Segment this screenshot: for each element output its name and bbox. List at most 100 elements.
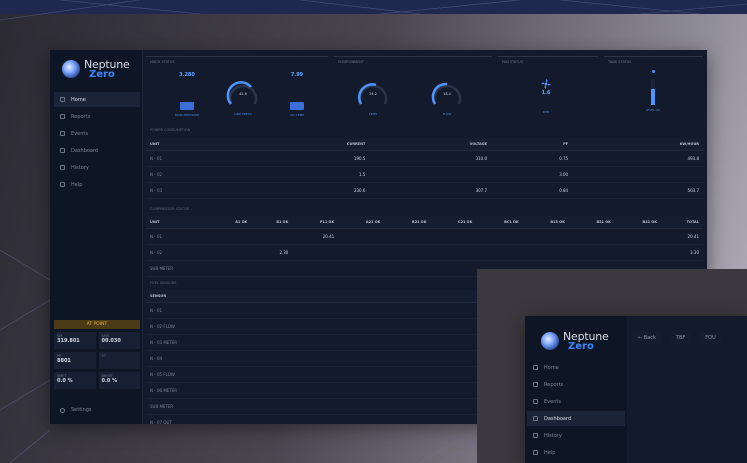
table-cell: N - 07 OUT	[146, 414, 409, 424]
sidebar-item-help[interactable]: Help	[54, 177, 140, 192]
fan-caption: RPM	[542, 110, 550, 114]
tank-level-fill	[651, 89, 655, 105]
status-cell: VT	[98, 352, 140, 369]
back-button[interactable]: ← Back	[633, 332, 661, 344]
panel-label: ENVIRONMENT	[338, 60, 365, 64]
planet-logo-icon	[541, 332, 559, 350]
sidebar-nav: Home Reports Events Dashboard History He…	[54, 92, 140, 194]
table-cell	[369, 166, 492, 183]
table-cell	[522, 228, 569, 245]
table-cell: N - 01	[146, 150, 243, 167]
table-cell	[408, 318, 469, 335]
gauge-caption: LINE PRESS	[234, 112, 252, 116]
status-cell-value: 319.801	[57, 338, 80, 344]
table-cell: 3.00	[491, 166, 573, 183]
sidebar-item-events[interactable]: Events	[527, 394, 625, 409]
table-cell: 190.5	[242, 150, 370, 167]
table-cell	[522, 244, 569, 261]
sidebar-item-label: Home	[71, 96, 86, 103]
table-header: B13 OK	[522, 216, 569, 229]
oil-temp-stat: 7.99 OIL TEMP	[278, 72, 316, 117]
table-cell: N - 02	[146, 166, 243, 183]
table-row[interactable]: N - 02 2.30 3.30	[146, 244, 703, 261]
settings-link[interactable]: Settings	[54, 407, 92, 413]
table-header: B1 OK	[251, 216, 293, 229]
home-icon	[60, 97, 65, 102]
tank-level-gauge	[651, 79, 655, 105]
table-cell: SUB METER	[146, 398, 409, 415]
fan-value: 1.6	[541, 90, 551, 96]
background-top-band	[0, 0, 747, 14]
table-cell: N - 01	[146, 302, 409, 319]
table-cell: 20.41	[292, 228, 339, 245]
table-cell	[408, 302, 469, 319]
table-cell	[614, 244, 661, 261]
table-header: A21 OK	[338, 216, 385, 229]
status-summary: AT POINT SM 319.801 SMS 00.030 PP 8801 VT S…	[54, 320, 140, 389]
table-cell	[568, 244, 615, 261]
table-cell	[430, 260, 477, 277]
stat-value: 7.99	[290, 72, 304, 78]
table-header: CURRENT	[242, 138, 370, 151]
reports-icon	[60, 114, 65, 119]
brand-logo: Neptune Zero	[62, 58, 138, 84]
table-cell: 307.7	[369, 182, 492, 199]
table-cell	[408, 366, 469, 383]
table-header: UNIT	[146, 216, 211, 229]
help-icon	[533, 450, 538, 455]
panel-label: FAN STATUS	[502, 60, 523, 64]
sidebar-item-dashboard[interactable]: Dashboard	[54, 143, 140, 158]
table-cell	[292, 260, 339, 277]
status-cell: SM 319.801	[54, 332, 96, 349]
table-cell	[384, 260, 431, 277]
sidebar-item-history[interactable]: History	[54, 160, 140, 175]
table-cell: N - 03	[146, 182, 243, 199]
sidebar-item-label: Help	[544, 449, 556, 456]
sidebar-item-events[interactable]: Events	[54, 126, 140, 141]
front-sidebar-nav: Home Reports Events Dashboard History He…	[527, 360, 625, 462]
help-icon	[60, 182, 65, 187]
table-header: SENSOR	[146, 290, 409, 303]
tank-indicator-icon	[651, 70, 655, 73]
status-cell-label: VT	[101, 354, 107, 358]
sidebar-item-reports[interactable]: Reports	[527, 377, 625, 392]
sidebar-item-reports[interactable]: Reports	[54, 109, 140, 124]
brand-subname: Zero	[89, 69, 115, 80]
home-icon	[533, 365, 538, 370]
sidebar-item-home[interactable]: Home	[527, 360, 625, 375]
table-cell	[572, 166, 703, 183]
table-header: PF	[491, 138, 573, 151]
fou-button[interactable]: FOU	[700, 332, 721, 344]
gauge-caption: FLOW	[442, 112, 452, 116]
sidebar-item-label: Reports	[544, 381, 564, 388]
status-title: AT POINT	[54, 320, 140, 329]
table-row[interactable]: N - 01 20.41 20.41	[146, 228, 703, 245]
sidebar-item-help[interactable]: Help	[527, 445, 625, 460]
gauge-value: 24.2	[369, 92, 377, 96]
history-icon	[60, 165, 65, 170]
sidebar-item-home[interactable]: Home	[54, 92, 140, 107]
table-row[interactable]: N - 01 190.5 310.0 0.75 493.8	[146, 150, 703, 167]
tbf-button[interactable]: TBF	[670, 332, 691, 344]
fan-stat: 1.6 RPM	[526, 78, 566, 114]
table-cell: SUB METER	[146, 260, 211, 277]
table-header	[408, 290, 469, 303]
gauge-value: 18.4	[443, 92, 451, 96]
table-row[interactable]: N - 02 1.5 3.00	[146, 166, 703, 183]
table-cell: N - 01	[146, 228, 211, 245]
front-toolbar: ← Back TBF FOU	[633, 332, 721, 344]
temp-gauge: 24.2 TEMP	[356, 80, 390, 116]
sidebar-item-label: Dashboard	[544, 415, 572, 422]
table-cell	[338, 228, 385, 245]
dashboard-icon	[533, 416, 538, 421]
tank-level-stat: LEVEL OK	[634, 70, 672, 112]
sidebar-item-history[interactable]: History	[527, 428, 625, 443]
history-icon	[533, 433, 538, 438]
sidebar-item-dashboard[interactable]: Dashboard	[527, 411, 625, 426]
table-header: A1 OK	[210, 216, 252, 229]
table-header: UNIT	[146, 138, 243, 151]
table-row[interactable]: N - 03 230.6 307.7 0.84 503.7	[146, 182, 703, 199]
table-header: KW/HOUR	[572, 138, 703, 151]
table-cell: 230.6	[242, 182, 370, 199]
status-cell-value: 8801	[57, 358, 71, 364]
